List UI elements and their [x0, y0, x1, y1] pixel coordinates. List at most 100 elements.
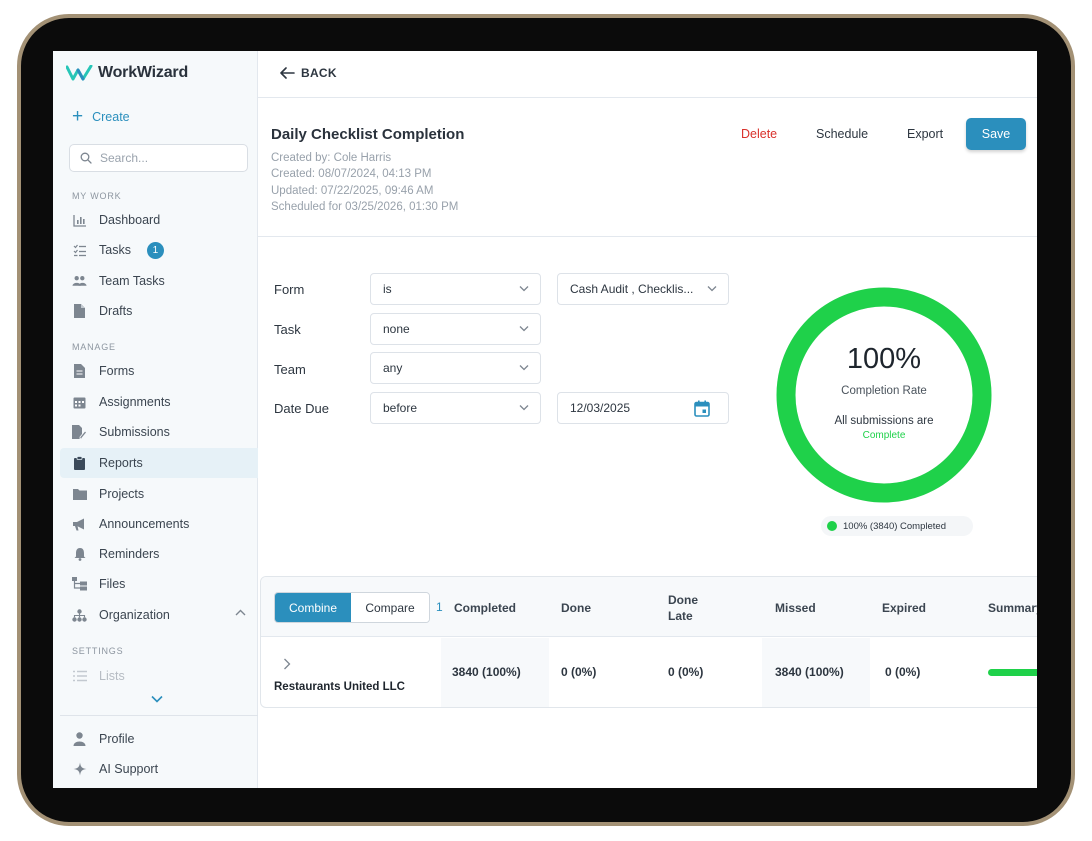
compare-tab[interactable]: Compare: [351, 593, 429, 622]
select-value: is: [383, 282, 392, 296]
team-operator-select[interactable]: any: [370, 352, 541, 384]
save-button[interactable]: Save: [966, 118, 1026, 150]
sidebar-item-ai-support[interactable]: AI Support: [60, 754, 258, 784]
column-header-completed[interactable]: Completed: [454, 600, 516, 616]
completion-legend: 100% (3840) Completed: [821, 516, 973, 536]
select-value: any: [383, 361, 403, 375]
sidebar-item-label: Reports: [99, 456, 143, 470]
combine-tab[interactable]: Combine: [275, 593, 351, 622]
person-icon: [72, 732, 87, 747]
completion-caption: Completion Rate: [841, 385, 927, 397]
table-header: Combine Compare 1 Completed Done Done La…: [261, 577, 1037, 637]
sidebar-item-tasks[interactable]: Tasks 1: [60, 235, 258, 265]
chevron-down-icon[interactable]: [151, 695, 163, 703]
sidebar-item-drafts[interactable]: Drafts: [60, 296, 258, 326]
chevron-down-icon: [519, 405, 529, 411]
top-bar: BACK: [258, 51, 1037, 98]
date-due-operator-select[interactable]: before: [370, 392, 541, 424]
chevron-right-icon[interactable]: [283, 658, 291, 670]
sidebar-item-submissions[interactable]: Submissions: [60, 417, 258, 447]
org-chart-icon: [72, 608, 87, 623]
section-label-my-work: MY WORK: [72, 191, 122, 201]
schedule-button[interactable]: Schedule: [816, 127, 868, 141]
scheduled-date: Scheduled for 03/25/2026, 01:30 PM: [271, 201, 459, 213]
logo[interactable]: WorkWizard: [66, 64, 188, 82]
sidebar-item-team-tasks[interactable]: Team Tasks: [60, 266, 258, 296]
sidebar-item-projects[interactable]: Projects: [60, 479, 258, 509]
section-label-manage: MANAGE: [72, 342, 116, 352]
sidebar-item-assignments[interactable]: Assignments: [60, 387, 258, 417]
form-operator-select[interactable]: is: [370, 273, 541, 305]
calendar-icon[interactable]: [694, 400, 710, 417]
sidebar-item-label: Lists: [99, 669, 125, 683]
plus-icon: +: [72, 106, 84, 127]
table-row[interactable]: Restaurants United LLC 3840 (100%) 0 (0%…: [261, 638, 1037, 707]
create-label: Create: [92, 110, 130, 124]
sidebar-item-reports[interactable]: Reports: [60, 448, 258, 478]
completion-status: Complete: [862, 430, 906, 441]
sidebar-item-label: Submissions: [99, 425, 170, 439]
search-icon: [80, 152, 92, 164]
cell-expired: 0 (0%): [885, 665, 921, 679]
column-header-expired[interactable]: Expired: [882, 600, 926, 616]
legend-label: 100% (3840) Completed: [843, 520, 946, 532]
sidebar-item-label: Assignments: [99, 395, 171, 409]
sparkle-icon: [72, 762, 87, 777]
clipboard-icon: [72, 456, 87, 471]
sidebar-item-label: Drafts: [99, 304, 133, 318]
chevron-up-icon[interactable]: [235, 609, 246, 616]
task-operator-select[interactable]: none: [370, 313, 541, 345]
bell-icon: [72, 547, 87, 562]
sidebar-item-forms[interactable]: Forms: [60, 356, 258, 386]
search-input[interactable]: [100, 151, 240, 165]
column-header-summary[interactable]: Summary: [988, 600, 1037, 616]
sidebar-item-organization[interactable]: Organization: [60, 600, 258, 630]
document-icon: [72, 304, 87, 319]
sidebar-item-dashboard[interactable]: Dashboard: [60, 205, 258, 235]
export-button[interactable]: Export: [907, 127, 943, 141]
delete-button[interactable]: Delete: [741, 127, 777, 141]
cell-done: 0 (0%): [561, 665, 597, 679]
cell-done-late: 0 (0%): [668, 665, 704, 679]
column-header-done[interactable]: Done: [561, 600, 591, 616]
sidebar-item-label: Announcements: [99, 517, 190, 531]
completion-note: All submissions are: [834, 415, 934, 427]
group-count: 1: [436, 600, 443, 614]
back-button[interactable]: BACK: [280, 66, 337, 80]
search-box[interactable]: [69, 144, 248, 172]
filter-label-form: Form: [274, 282, 305, 297]
file-tree-icon: [72, 577, 87, 592]
sidebar-item-label: Reminders: [99, 547, 160, 561]
completion-percent: 100%: [846, 343, 922, 375]
sidebar-item-profile[interactable]: Profile: [60, 724, 258, 754]
form-value-select[interactable]: Cash Audit , Checklis...: [557, 273, 729, 305]
select-value: before: [383, 401, 418, 415]
date-due-input[interactable]: 12/03/2025: [557, 392, 729, 424]
summary-progress-bar: [988, 669, 1037, 676]
tasks-count-badge: 1: [146, 241, 164, 259]
chevron-down-icon: [707, 286, 717, 292]
sidebar-item-label: AI Support: [99, 762, 159, 776]
sidebar-item-label: Organization: [99, 608, 170, 622]
sidebar-item-lists[interactable]: Lists: [60, 661, 258, 691]
column-header-missed[interactable]: Missed: [775, 600, 816, 616]
sidebar-item-announcements[interactable]: Announcements: [60, 509, 258, 539]
created-date: Created: 08/07/2024, 04:13 PM: [271, 168, 432, 180]
updated-date: Updated: 07/22/2025, 09:46 AM: [271, 185, 434, 197]
page-title: Daily Checklist Completion: [271, 126, 465, 143]
sidebar-item-label: Profile: [99, 732, 135, 746]
arrow-left-icon: [280, 67, 295, 79]
document-edit-icon: [72, 425, 87, 440]
workwizard-logo-icon: [66, 65, 93, 81]
sidebar-item-reminders[interactable]: Reminders: [60, 539, 258, 569]
select-value: none: [383, 322, 410, 336]
chevron-down-icon: [519, 326, 529, 332]
column-header-done-late[interactable]: Done Late: [668, 592, 698, 624]
sidebar-item-files[interactable]: Files: [60, 569, 258, 599]
filter-label-team: Team: [274, 362, 306, 377]
sidebar-item-label: Forms: [99, 364, 135, 378]
sidebar-item-label: Tasks: [99, 243, 131, 257]
back-label: BACK: [301, 66, 337, 80]
created-by: Created by: Cole Harris: [271, 152, 392, 164]
create-button[interactable]: + Create: [72, 106, 130, 127]
